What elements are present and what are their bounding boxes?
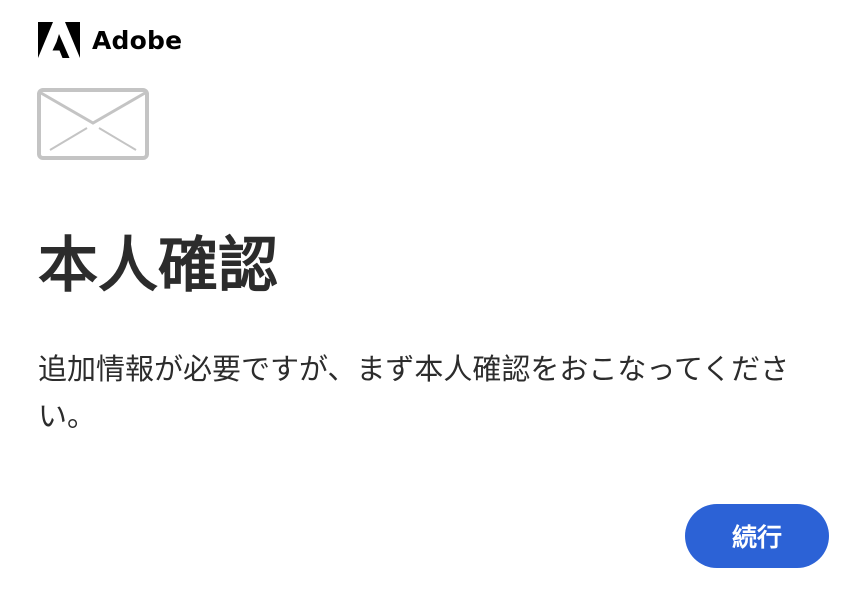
brand-name: Adobe — [92, 25, 183, 55]
brand-header: Adobe — [38, 21, 182, 59]
page-title: 本人確認 — [38, 231, 278, 301]
description-text: 追加情報が必要ですが、まず本人確認をおこなってください。 — [38, 352, 790, 433]
adobe-logo-icon — [38, 22, 80, 58]
mail-envelope-icon — [37, 88, 149, 160]
continue-button[interactable]: 続行 — [685, 504, 829, 568]
